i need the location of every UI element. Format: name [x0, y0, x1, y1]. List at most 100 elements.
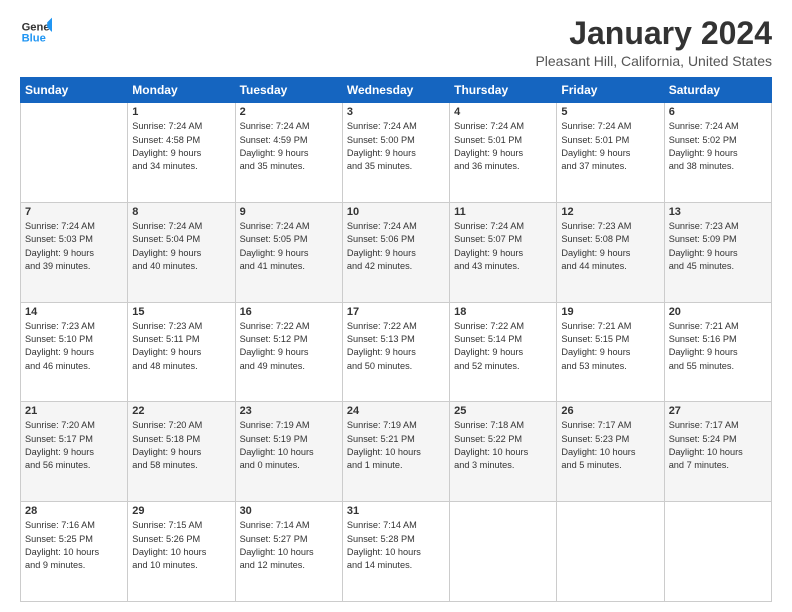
- calendar-week-row: 14 Sunrise: 7:23 AMSunset: 5:10 PMDayligh…: [21, 302, 772, 402]
- calendar-cell: [557, 502, 664, 602]
- day-number: 16: [240, 306, 338, 318]
- page: General Blue January 2024 Pleasant Hill,…: [0, 0, 792, 612]
- day-number: 11: [454, 206, 552, 218]
- calendar-cell: 26 Sunrise: 7:17 AMSunset: 5:23 PMDayligh…: [557, 402, 664, 502]
- calendar-cell: 19Sunrise: 7:21 AMSunset: 5:15 PMDayligh…: [557, 302, 664, 402]
- calendar-week-row: 1Sunrise: 7:24 AMSunset: 4:58 PMDaylight…: [21, 103, 772, 203]
- calendar-cell: 2 Sunrise: 7:24 AMSunset: 4:59 PMDaylight…: [235, 103, 342, 203]
- day-number: 2: [240, 106, 338, 118]
- day-info: Sunrise: 7:20 AMSunset: 5:17 PMDaylight:…: [25, 419, 123, 472]
- col-thursday: Thursday: [450, 78, 557, 103]
- calendar-cell: [664, 502, 771, 602]
- col-tuesday: Tuesday: [235, 78, 342, 103]
- calendar-cell: 7 Sunrise: 7:24 AMSunset: 5:03 PMDaylight…: [21, 202, 128, 302]
- day-number: 20: [669, 306, 767, 318]
- day-info: Sunrise: 7:19 AMSunset: 5:19 PMDaylight:…: [240, 419, 338, 472]
- calendar-cell: 29 Sunrise: 7:15 AMSunset: 5:26 PMDayligh…: [128, 502, 235, 602]
- day-info: Sunrise: 7:24 AMSunset: 5:00 PMDaylight:…: [347, 120, 445, 173]
- day-number: 30: [240, 505, 338, 517]
- day-number: 29: [132, 505, 230, 517]
- day-info: Sunrise: 7:17 AMSunset: 5:23 PMDaylight:…: [561, 419, 659, 472]
- calendar-cell: [450, 502, 557, 602]
- day-number: 22: [132, 405, 230, 417]
- day-number: 21: [25, 405, 123, 417]
- day-number: 9: [240, 206, 338, 218]
- day-info: Sunrise: 7:19 AMSunset: 5:21 PMDaylight:…: [347, 419, 445, 472]
- calendar-cell: 31Sunrise: 7:14 AMSunset: 5:28 PMDayligh…: [342, 502, 449, 602]
- day-number: 7: [25, 206, 123, 218]
- header: General Blue January 2024 Pleasant Hill,…: [20, 16, 772, 69]
- day-number: 8: [132, 206, 230, 218]
- day-info: Sunrise: 7:21 AMSunset: 5:16 PMDaylight:…: [669, 320, 767, 373]
- col-friday: Friday: [557, 78, 664, 103]
- calendar-cell: 20 Sunrise: 7:21 AMSunset: 5:16 PMDayligh…: [664, 302, 771, 402]
- calendar-cell: 24 Sunrise: 7:19 AMSunset: 5:21 PMDayligh…: [342, 402, 449, 502]
- day-info: Sunrise: 7:24 AMSunset: 5:06 PMDaylight:…: [347, 220, 445, 273]
- day-info: Sunrise: 7:18 AMSunset: 5:22 PMDaylight:…: [454, 419, 552, 472]
- day-info: Sunrise: 7:22 AMSunset: 5:12 PMDaylight:…: [240, 320, 338, 373]
- calendar-cell: 13 Sunrise: 7:23 AMSunset: 5:09 PMDayligh…: [664, 202, 771, 302]
- subtitle: Pleasant Hill, California, United States: [535, 53, 772, 69]
- logo-icon: General Blue: [20, 16, 52, 48]
- calendar-cell: 4 Sunrise: 7:24 AMSunset: 5:01 PMDaylight…: [450, 103, 557, 203]
- calendar-cell: 28 Sunrise: 7:16 AMSunset: 5:25 PMDayligh…: [21, 502, 128, 602]
- day-number: 13: [669, 206, 767, 218]
- calendar-cell: 8 Sunrise: 7:24 AMSunset: 5:04 PMDaylight…: [128, 202, 235, 302]
- calendar-cell: 5 Sunrise: 7:24 AMSunset: 5:01 PMDaylight…: [557, 103, 664, 203]
- day-info: Sunrise: 7:24 AMSunset: 5:04 PMDaylight:…: [132, 220, 230, 273]
- day-number: 26: [561, 405, 659, 417]
- day-info: Sunrise: 7:23 AMSunset: 5:11 PMDaylight:…: [132, 320, 230, 373]
- day-number: 14: [25, 306, 123, 318]
- calendar-week-row: 21 Sunrise: 7:20 AMSunset: 5:17 PMDayligh…: [21, 402, 772, 502]
- day-info: Sunrise: 7:22 AMSunset: 5:14 PMDaylight:…: [454, 320, 552, 373]
- day-info: Sunrise: 7:23 AMSunset: 5:08 PMDaylight:…: [561, 220, 659, 273]
- day-info: Sunrise: 7:14 AMSunset: 5:28 PMDaylight:…: [347, 519, 445, 572]
- calendar-cell: 16 Sunrise: 7:22 AMSunset: 5:12 PMDayligh…: [235, 302, 342, 402]
- day-number: 10: [347, 206, 445, 218]
- day-info: Sunrise: 7:24 AMSunset: 5:01 PMDaylight:…: [454, 120, 552, 173]
- calendar-cell: 27 Sunrise: 7:17 AMSunset: 5:24 PMDayligh…: [664, 402, 771, 502]
- calendar-cell: 25 Sunrise: 7:18 AMSunset: 5:22 PMDayligh…: [450, 402, 557, 502]
- day-info: Sunrise: 7:24 AMSunset: 5:05 PMDaylight:…: [240, 220, 338, 273]
- day-info: Sunrise: 7:17 AMSunset: 5:24 PMDaylight:…: [669, 419, 767, 472]
- day-info: Sunrise: 7:24 AMSunset: 5:03 PMDaylight:…: [25, 220, 123, 273]
- day-number: 25: [454, 405, 552, 417]
- day-info: Sunrise: 7:24 AMSunset: 4:59 PMDaylight:…: [240, 120, 338, 173]
- calendar-cell: 22 Sunrise: 7:20 AMSunset: 5:18 PMDayligh…: [128, 402, 235, 502]
- day-info: Sunrise: 7:23 AMSunset: 5:10 PMDaylight:…: [25, 320, 123, 373]
- calendar-cell: 17Sunrise: 7:22 AMSunset: 5:13 PMDayligh…: [342, 302, 449, 402]
- day-info: Sunrise: 7:24 AMSunset: 5:01 PMDaylight:…: [561, 120, 659, 173]
- day-info: Sunrise: 7:24 AMSunset: 5:07 PMDaylight:…: [454, 220, 552, 273]
- day-number: 6: [669, 106, 767, 118]
- day-number: 1: [132, 106, 230, 118]
- day-info: Sunrise: 7:22 AMSunset: 5:13 PMDaylight:…: [347, 320, 445, 373]
- calendar-cell: 3 Sunrise: 7:24 AMSunset: 5:00 PMDaylight…: [342, 103, 449, 203]
- day-number: 5: [561, 106, 659, 118]
- day-info: Sunrise: 7:15 AMSunset: 5:26 PMDaylight:…: [132, 519, 230, 572]
- day-info: Sunrise: 7:24 AMSunset: 5:02 PMDaylight:…: [669, 120, 767, 173]
- calendar-week-row: 7 Sunrise: 7:24 AMSunset: 5:03 PMDaylight…: [21, 202, 772, 302]
- day-number: 24: [347, 405, 445, 417]
- logo: General Blue: [20, 16, 52, 48]
- calendar-header-row: Sunday Monday Tuesday Wednesday Thursday…: [21, 78, 772, 103]
- main-title: January 2024: [535, 16, 772, 51]
- col-saturday: Saturday: [664, 78, 771, 103]
- calendar-cell: 11 Sunrise: 7:24 AMSunset: 5:07 PMDayligh…: [450, 202, 557, 302]
- day-number: 4: [454, 106, 552, 118]
- title-block: January 2024 Pleasant Hill, California, …: [535, 16, 772, 69]
- day-number: 15: [132, 306, 230, 318]
- calendar-cell: 1Sunrise: 7:24 AMSunset: 4:58 PMDaylight…: [128, 103, 235, 203]
- day-number: 3: [347, 106, 445, 118]
- calendar-cell: 18 Sunrise: 7:22 AMSunset: 5:14 PMDayligh…: [450, 302, 557, 402]
- day-number: 18: [454, 306, 552, 318]
- day-info: Sunrise: 7:16 AMSunset: 5:25 PMDaylight:…: [25, 519, 123, 572]
- day-number: 19: [561, 306, 659, 318]
- day-number: 27: [669, 405, 767, 417]
- day-info: Sunrise: 7:14 AMSunset: 5:27 PMDaylight:…: [240, 519, 338, 572]
- svg-text:Blue: Blue: [22, 33, 46, 45]
- day-number: 23: [240, 405, 338, 417]
- day-info: Sunrise: 7:23 AMSunset: 5:09 PMDaylight:…: [669, 220, 767, 273]
- day-info: Sunrise: 7:20 AMSunset: 5:18 PMDaylight:…: [132, 419, 230, 472]
- day-number: 28: [25, 505, 123, 517]
- calendar-cell: 30 Sunrise: 7:14 AMSunset: 5:27 PMDayligh…: [235, 502, 342, 602]
